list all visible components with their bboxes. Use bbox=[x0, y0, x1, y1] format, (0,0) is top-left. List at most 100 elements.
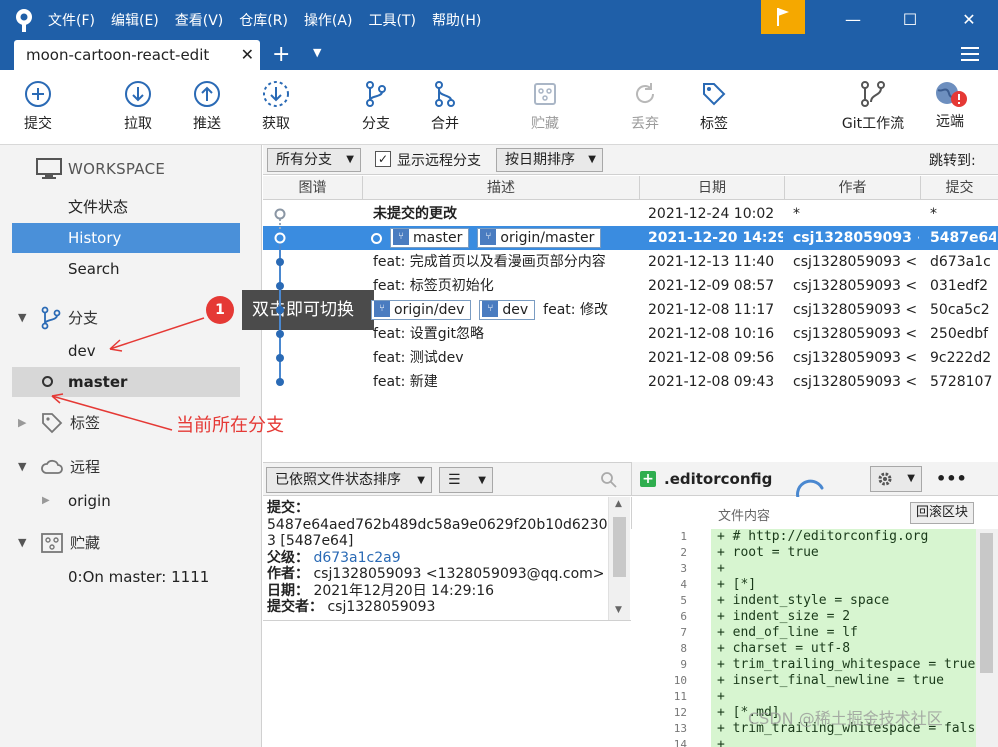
diff-scrollbar[interactable] bbox=[976, 529, 998, 747]
branch-icon bbox=[366, 81, 386, 107]
col-date[interactable]: 日期 bbox=[640, 176, 785, 200]
sidebar-section-tags[interactable]: ▶ 标签 bbox=[18, 408, 100, 438]
show-remote-checkbox[interactable]: ✓ bbox=[375, 151, 391, 167]
commit-node bbox=[276, 330, 284, 338]
repo-tab[interactable]: moon-cartoon-react-edit ✕ bbox=[14, 40, 260, 70]
scrollbar-thumb[interactable] bbox=[613, 517, 626, 577]
sidebar-branch-master[interactable]: master bbox=[12, 367, 240, 397]
parent-link[interactable]: d673a1c2a9 bbox=[313, 550, 400, 566]
gitflow-button[interactable]: Git工作流 bbox=[838, 80, 908, 140]
menu-tools[interactable]: 工具(T) bbox=[368, 10, 415, 30]
sidebar-item-search[interactable]: Search bbox=[12, 254, 240, 284]
commit-node bbox=[276, 354, 284, 362]
tag-label: 标签 bbox=[700, 116, 728, 132]
line-number: 8 bbox=[680, 642, 687, 655]
line-number: 1 bbox=[680, 530, 687, 543]
sidebar-section-stashes[interactable]: ▼ 贮藏 bbox=[18, 528, 100, 558]
commit-row[interactable]: 未提交的更改 2021-12-24 10:02 * * bbox=[263, 202, 998, 226]
commit-row[interactable]: ⑂ origin/dev ⑂ dev feat: 修改 2021-12-08 11:17… bbox=[263, 298, 998, 322]
commit-row[interactable]: feat: 标签页初始化 2021-12-09 08:57 csj1328059… bbox=[263, 274, 998, 298]
branch-tag-dev[interactable]: ⑂ dev bbox=[479, 300, 536, 320]
sidebar-item-history[interactable]: History bbox=[12, 223, 240, 253]
file-sort-value: 已依照文件状态排序 bbox=[275, 472, 401, 488]
fetch-button[interactable]: 获取 bbox=[256, 80, 296, 140]
diff-settings-select[interactable]: ▼ bbox=[870, 466, 922, 492]
all-branches-select[interactable]: 所有分支 ▼ bbox=[267, 148, 361, 172]
commit-row[interactable]: feat: 设置git忽略 2021-12-08 10:16 csj132805… bbox=[263, 322, 998, 346]
sourcetree-logo-icon bbox=[16, 9, 32, 32]
sidebar-remote-origin[interactable]: ▶ origin bbox=[12, 486, 240, 516]
commit-button[interactable]: 提交 bbox=[20, 80, 56, 140]
sidebar-section-remotes[interactable]: ▼ 远程 bbox=[18, 452, 100, 482]
menu-repository[interactable]: 仓库(R) bbox=[239, 10, 288, 30]
branch-tag-label: origin/dev bbox=[394, 302, 465, 318]
jump-to-label[interactable]: 跳转到: bbox=[929, 150, 976, 170]
chevron-up-icon[interactable]: ▲ bbox=[615, 499, 622, 509]
commit-row[interactable]: feat: 新建 2021-12-08 09:43 csj1328059093 … bbox=[263, 370, 998, 394]
menu-file[interactable]: 文件(F) bbox=[48, 10, 95, 30]
tag-icon bbox=[703, 83, 726, 106]
stash-label: 贮藏 bbox=[531, 116, 559, 132]
menu-actions[interactable]: 操作(A) bbox=[304, 10, 353, 30]
col-description[interactable]: 描述 bbox=[363, 176, 640, 200]
view-mode-select[interactable]: ☰ ▼ bbox=[439, 467, 493, 493]
new-tab-button[interactable]: + bbox=[272, 42, 290, 67]
branch-tag-master[interactable]: ⑂ master bbox=[390, 228, 470, 248]
line-code: + [*] bbox=[711, 577, 976, 593]
file-sort-select[interactable]: 已依照文件状态排序 ▼ bbox=[266, 467, 432, 493]
commit-desc: feat: 测试dev bbox=[373, 350, 464, 366]
discard-label: 丢弃 bbox=[631, 116, 659, 132]
branch-tag-label: master bbox=[413, 230, 463, 246]
title-bar: 文件(F) 编辑(E) 查看(V) 仓库(R) 操作(A) 工具(T) 帮助(H… bbox=[0, 0, 998, 40]
col-graph[interactable]: 图谱 bbox=[263, 176, 363, 200]
branch-tag-origin-master[interactable]: ⑂ origin/master bbox=[477, 228, 602, 248]
remote-button[interactable]: 远端 bbox=[930, 80, 970, 140]
line-number: 11 bbox=[673, 690, 687, 703]
commit-list-header: 图谱 描述 日期 作者 提交 bbox=[263, 176, 998, 200]
chevron-down-icon: ▼ bbox=[478, 475, 486, 486]
col-commit[interactable]: 提交 bbox=[921, 176, 998, 200]
close-window-button[interactable]: ✕ bbox=[954, 8, 984, 32]
sidebar-item-file-status[interactable]: 文件状态 bbox=[12, 192, 240, 222]
discard-button[interactable]: 丢弃 bbox=[627, 80, 663, 140]
sort-by-date-select[interactable]: 按日期排序 ▼ bbox=[496, 148, 603, 172]
commit-row-selected[interactable]: ⑂ master ⑂ origin/master 2021-12-20 14:29 c… bbox=[263, 226, 998, 250]
cloud-icon bbox=[41, 459, 63, 474]
sidebar-branch-dev[interactable]: dev bbox=[12, 336, 240, 366]
show-remote-label: 显示远程分支 bbox=[397, 153, 481, 169]
flag-button[interactable] bbox=[761, 0, 805, 34]
diff-header: + .editorconfig ▼ ••• bbox=[631, 462, 998, 509]
details-scrollbar[interactable]: ▲ ▼ bbox=[608, 497, 630, 620]
sidebar-section-branches[interactable]: ▼ 分支 bbox=[18, 303, 98, 333]
chevron-down-icon[interactable]: ▼ bbox=[615, 605, 622, 615]
line-number: 9 bbox=[680, 658, 687, 671]
line-code: + charset = utf-8 bbox=[711, 641, 976, 657]
push-button[interactable]: 推送 bbox=[187, 80, 227, 140]
chevron-down-icon: ▼ bbox=[346, 154, 354, 165]
line-code: + indent_size = 2 bbox=[711, 609, 976, 625]
commit-row[interactable]: feat: 测试dev 2021-12-08 09:56 csj13280590… bbox=[263, 346, 998, 370]
branch-tag-origin-dev[interactable]: ⑂ origin/dev bbox=[371, 300, 472, 320]
stash-button[interactable]: 贮藏 bbox=[525, 80, 565, 140]
menu-help[interactable]: 帮助(H) bbox=[432, 10, 481, 30]
menu-view[interactable]: 查看(V) bbox=[175, 10, 224, 30]
menu-edit[interactable]: 编辑(E) bbox=[111, 10, 159, 30]
commit-row[interactable]: feat: 完成首页以及看漫画页部分内容 2021-12-13 11:40 cs… bbox=[263, 250, 998, 274]
sidebar-stash-item[interactable]: 0:On master: 1111 bbox=[12, 562, 240, 592]
minimize-button[interactable]: — bbox=[838, 8, 868, 32]
hamburger-menu-icon[interactable] bbox=[960, 44, 980, 64]
maximize-button[interactable]: ☐ bbox=[895, 8, 925, 32]
pull-button[interactable]: 拉取 bbox=[118, 80, 158, 140]
col-author[interactable]: 作者 bbox=[785, 176, 921, 200]
tab-close-icon[interactable]: ✕ bbox=[241, 45, 254, 64]
revert-hunk-button[interactable]: 回滚区块 bbox=[910, 502, 974, 524]
search-icon[interactable] bbox=[600, 471, 618, 489]
commit-hash: 5728107 bbox=[930, 374, 993, 390]
tab-dropdown-icon[interactable]: ▼ bbox=[313, 46, 321, 59]
more-options-icon[interactable]: ••• bbox=[936, 469, 967, 488]
line-number: 10 bbox=[673, 674, 687, 687]
scrollbar-thumb[interactable] bbox=[980, 533, 993, 673]
tag-button[interactable]: 标签 bbox=[696, 80, 732, 140]
merge-button[interactable]: 合并 bbox=[425, 80, 465, 140]
branch-button[interactable]: 分支 bbox=[356, 80, 396, 140]
